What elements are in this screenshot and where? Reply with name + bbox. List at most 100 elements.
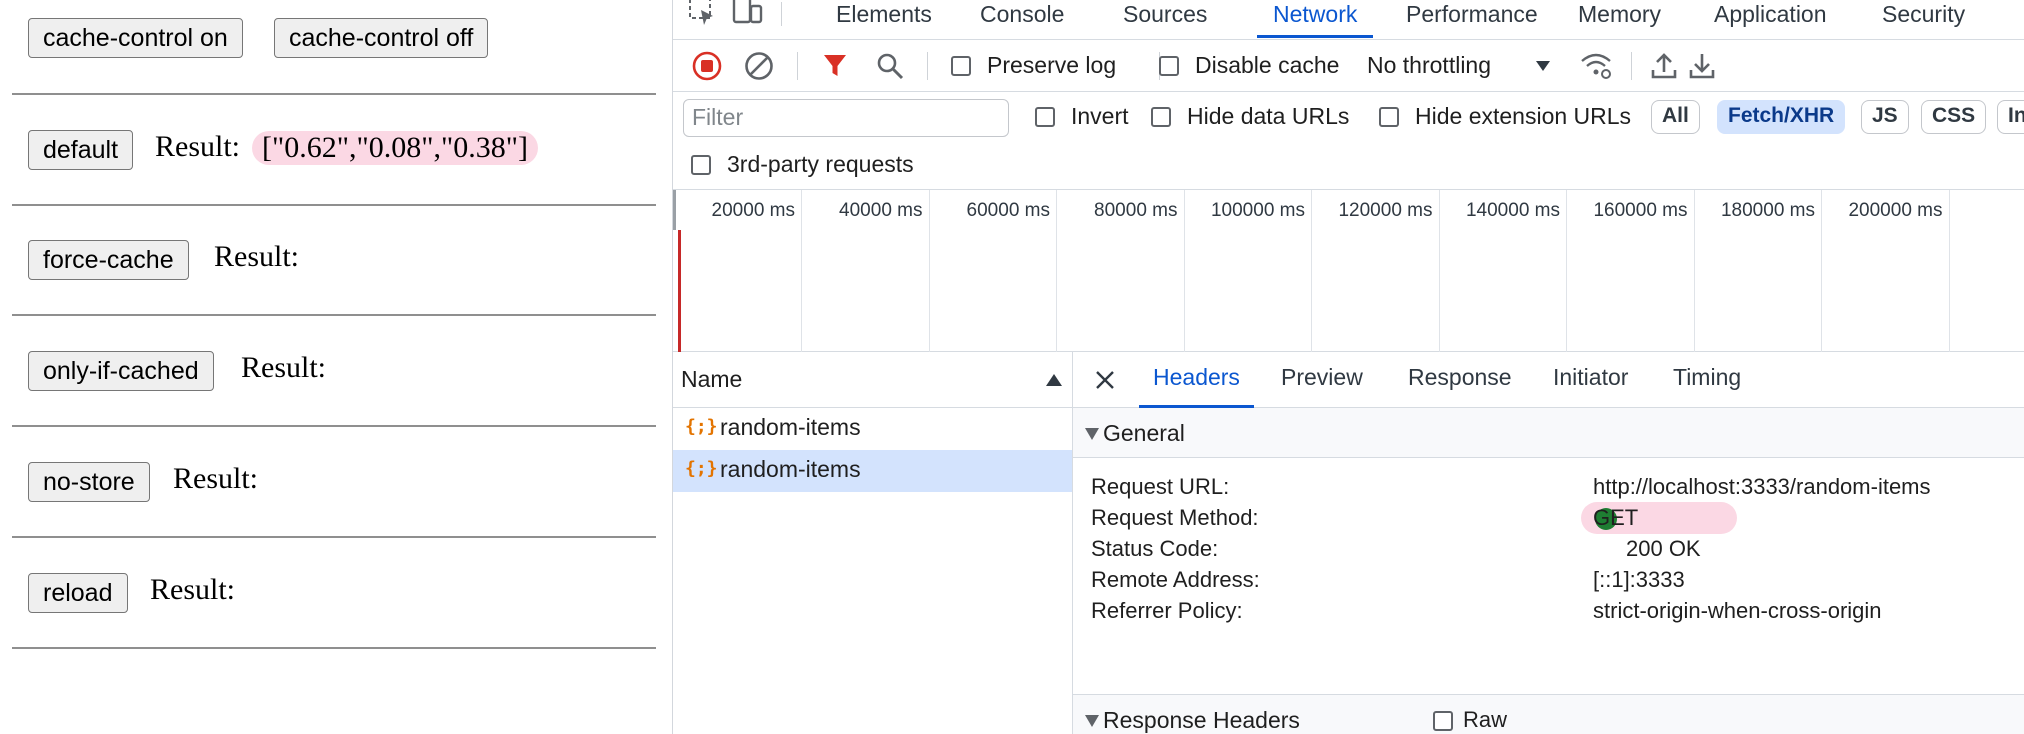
expand-triangle-icon: [1085, 715, 1099, 727]
preserve-log-checkbox[interactable]: [951, 56, 971, 76]
name-column-header[interactable]: Name: [673, 352, 1073, 408]
divider: [12, 204, 656, 206]
divider: [12, 425, 656, 427]
preserve-log-label: Preserve log: [987, 52, 1117, 78]
tab-memory[interactable]: Memory: [1578, 0, 1661, 38]
dropdown-arrow-icon[interactable]: [1533, 56, 1553, 76]
chip-fetch-xhr[interactable]: Fetch/XHR: [1717, 100, 1846, 134]
timeline-gridline: [928, 190, 930, 352]
raw-checkbox[interactable]: [1433, 711, 1453, 731]
result-value: ["0.62","0.08","0.38"]: [252, 131, 538, 165]
request-method-value: GET: [1593, 505, 1639, 530]
chip-js[interactable]: JS: [1861, 100, 1909, 134]
result-label: Result:: [214, 240, 300, 273]
timeline-tick-label: 120000 ms: [1338, 200, 1433, 221]
load-marker: [678, 230, 681, 352]
hide-data-urls-checkbox[interactable]: [1151, 107, 1171, 127]
timeline-cursor: [673, 190, 676, 230]
hide-extension-urls-checkbox[interactable]: [1379, 107, 1399, 127]
tab-preview[interactable]: Preview: [1281, 364, 1363, 408]
divider: [12, 93, 656, 95]
response-headers-title: Response Headers: [1103, 707, 1300, 733]
header-key: Request URL:: [1091, 474, 1230, 499]
raw-label: Raw: [1463, 707, 1508, 732]
filter-icon[interactable]: [821, 52, 849, 80]
tab-headers[interactable]: Headers: [1139, 364, 1254, 408]
request-list: Name {;} random-items {;} random-items: [673, 352, 1073, 734]
timeline-tick-label: 80000 ms: [1094, 200, 1178, 221]
timeline-tick-label: 180000 ms: [1720, 200, 1815, 221]
detail-tab-bar: Headers Preview Response Initiator Timin…: [1073, 352, 2024, 408]
no-store-button[interactable]: no-store: [28, 462, 150, 502]
tab-initiator[interactable]: Initiator: [1553, 364, 1628, 408]
default-button[interactable]: default: [28, 130, 134, 170]
result-label: Result:: [241, 351, 327, 384]
search-icon[interactable]: [875, 51, 905, 81]
tab-console[interactable]: Console: [980, 0, 1064, 38]
tab-sources[interactable]: Sources: [1123, 0, 1207, 38]
third-party-label: 3rd-party requests: [727, 151, 914, 177]
timeline-gridline: [1821, 190, 1822, 352]
force-cache-button[interactable]: force-cache: [28, 240, 189, 280]
third-party-checkbox[interactable]: [691, 155, 711, 175]
request-row[interactable]: {;} random-items: [673, 408, 1072, 450]
clear-icon[interactable]: [743, 50, 775, 82]
import-har-icon[interactable]: [1649, 50, 1679, 82]
cache-control-off-button[interactable]: cache-control off: [274, 18, 489, 58]
result-label: Result:: [150, 573, 236, 606]
disable-cache-checkbox[interactable]: [1159, 56, 1179, 76]
chip-img[interactable]: In: [1997, 100, 2024, 134]
header-key: Status Code:: [1091, 536, 1219, 561]
device-toolbar-icon[interactable]: [731, 0, 765, 28]
tab-timing[interactable]: Timing: [1673, 364, 1741, 408]
general-section-header[interactable]: General: [1073, 408, 2024, 458]
divider: [12, 647, 656, 649]
filter-input[interactable]: Filter: [683, 99, 1009, 137]
divider: [12, 536, 656, 538]
sort-ascending-icon[interactable]: [1045, 372, 1063, 388]
timeline-gridline: [1438, 190, 1440, 352]
throttling-select[interactable]: No throttling: [1367, 52, 1491, 79]
timeline-gridline: [1056, 190, 1057, 352]
tab-performance[interactable]: Performance: [1406, 0, 1538, 38]
invert-checkbox[interactable]: [1035, 107, 1055, 127]
tab-elements[interactable]: Elements: [836, 0, 932, 38]
request-details: Headers Preview Response Initiator Timin…: [1073, 352, 2024, 734]
request-name: random-items: [720, 456, 861, 482]
network-toolbar: Preserve log Disable cache No throttling: [673, 40, 2024, 92]
chip-css[interactable]: CSS: [1921, 100, 1987, 134]
tab-application[interactable]: Application: [1714, 0, 1827, 38]
status-code-value: 200 OK: [1626, 536, 1701, 561]
close-icon[interactable]: [1093, 368, 1117, 392]
invert-label: Invert: [1071, 103, 1129, 129]
remote-address-value: [::1]:3333: [1593, 567, 1685, 592]
chip-all[interactable]: All: [1651, 100, 1700, 134]
request-row-selected[interactable]: {;} random-items: [673, 450, 1072, 492]
response-headers-section-header[interactable]: Response Headers Raw: [1073, 694, 2024, 734]
reload-button[interactable]: reload: [28, 573, 128, 613]
cache-control-on-button[interactable]: cache-control on: [28, 18, 243, 58]
inspect-element-icon[interactable]: [687, 0, 717, 28]
name-column-label: Name: [681, 366, 743, 392]
tab-security[interactable]: Security: [1882, 0, 1965, 38]
tab-network[interactable]: Network: [1257, 0, 1374, 38]
timeline-tick-label: 200000 ms: [1848, 200, 1943, 221]
third-party-row: 3rd-party requests: [673, 142, 2024, 190]
record-stop-icon[interactable]: [691, 50, 723, 82]
test-page: cache-control on cache-control off defau…: [0, 0, 672, 734]
divider: [12, 314, 656, 316]
export-har-icon[interactable]: [1687, 50, 1717, 82]
disable-cache-label: Disable cache: [1195, 52, 1340, 78]
hide-data-urls-label: Hide data URLs: [1187, 103, 1350, 129]
result-label: Result:: [173, 462, 259, 495]
only-if-cached-button[interactable]: only-if-cached: [28, 351, 214, 391]
separator: [927, 52, 928, 80]
timeline-tick-label: 160000 ms: [1593, 200, 1688, 221]
timeline-overview[interactable]: 20000 ms 40000 ms 60000 ms 80000 ms 100000 m…: [673, 190, 2024, 352]
separator: [797, 52, 798, 80]
separator: [781, 2, 782, 26]
tab-response[interactable]: Response: [1408, 364, 1512, 408]
separator: [1631, 52, 1632, 80]
timeline-gridline: [1566, 190, 1567, 352]
network-conditions-icon[interactable]: [1579, 50, 1613, 82]
